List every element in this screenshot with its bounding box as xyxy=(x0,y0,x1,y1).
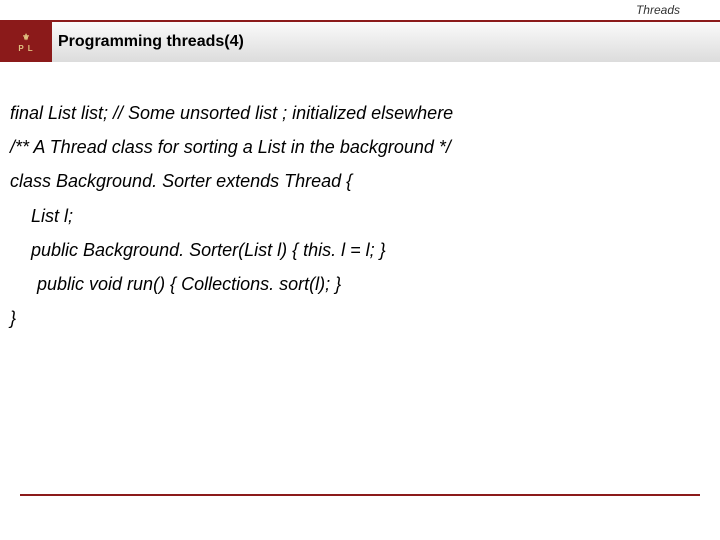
code-line-7: } xyxy=(10,301,710,335)
logo-bottom-text: P L xyxy=(18,44,33,53)
title-bar: Programming threads(4) xyxy=(52,22,720,62)
top-bar: Threads xyxy=(0,0,720,22)
slide-content: final List list; // Some unsorted list ;… xyxy=(0,62,720,345)
code-line-5: public Background. Sorter(List l) { this… xyxy=(10,233,710,267)
institution-logo: ⚜ P L xyxy=(0,22,52,62)
code-line-1: final List list; // Some unsorted list ;… xyxy=(10,96,710,130)
code-line-2: /** A Thread class for sorting a List in… xyxy=(10,130,710,164)
code-line-4: List l; xyxy=(10,199,710,233)
footer-divider xyxy=(20,494,700,496)
code-line-6: public void run() { Collections. sort(l)… xyxy=(10,267,710,301)
slide-title: Programming threads(4) xyxy=(58,33,244,51)
title-row: ⚜ P L Programming threads(4) xyxy=(0,22,720,62)
code-line-3: class Background. Sorter extends Thread … xyxy=(10,164,710,198)
logo-top-icon: ⚜ xyxy=(22,32,30,43)
section-label: Threads xyxy=(636,3,680,17)
